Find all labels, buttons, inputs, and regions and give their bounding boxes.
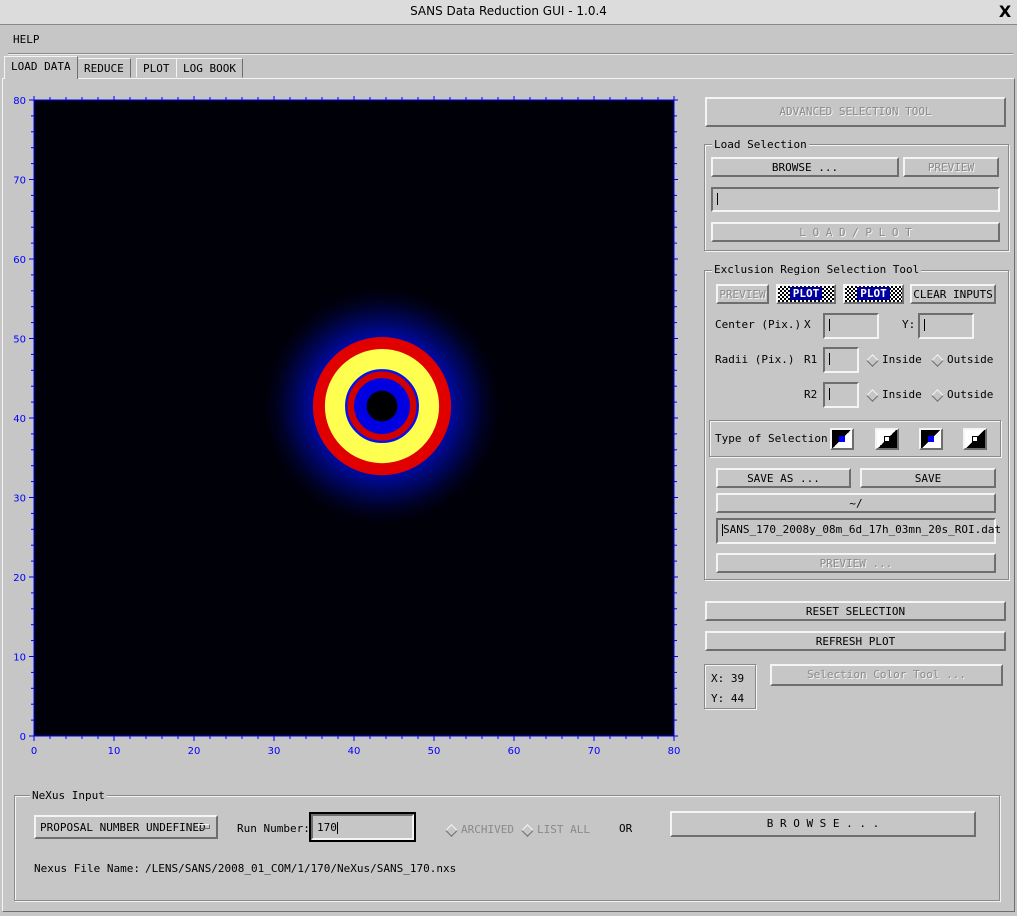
y-tick-label: 10: [13, 653, 26, 664]
window-title: SANS Data Reduction GUI - 1.0.4: [410, 4, 607, 18]
radio-icon: [866, 388, 879, 402]
y-tick-label: 30: [13, 494, 26, 505]
radii-label: Radii (Pix.): [715, 353, 795, 366]
list-all-checkbox[interactable]: LIST ALL: [521, 823, 590, 837]
x-tick-label: 10: [108, 746, 121, 757]
center-label: Center (Pix.): [715, 318, 802, 331]
x-tick-label: 40: [348, 746, 361, 757]
proposal-value: PROPOSAL NUMBER UNDEFINED: [40, 821, 206, 834]
x-tick-label: 20: [188, 746, 201, 757]
r1-label: R1: [804, 353, 818, 366]
refresh-plot-button[interactable]: REFRESH PLOT: [705, 631, 1006, 651]
exclusion-preview-file-button[interactable]: PREVIEW ...: [716, 553, 996, 573]
beam-stop-center: [366, 390, 398, 422]
reset-selection-button[interactable]: RESET SELECTION: [705, 601, 1006, 621]
type-of-selection-label: Type of Selection:: [715, 432, 835, 445]
dropdown-icon: [198, 824, 210, 829]
x-tick-label: 30: [268, 746, 281, 757]
load-selection-title: Load Selection: [712, 138, 809, 151]
x-tick-label: 50: [428, 746, 441, 757]
cursor-y: Y: 44: [711, 692, 745, 705]
separator: [8, 53, 1013, 55]
load-selection-input[interactable]: [711, 187, 1000, 212]
exclusion-preview-button[interactable]: PREVIEW: [716, 284, 769, 304]
nexus-input-title: NeXus Input: [30, 789, 107, 802]
exclusion-title: Exclusion Region Selection Tool: [712, 263, 922, 276]
roi-filename-text: SANS_170_2008y_08m_6d_17h_03mn_20s_ROI.d…: [723, 523, 1002, 536]
archived-checkbox[interactable]: ARCHIVED: [445, 823, 514, 837]
center-y-label: Y:: [902, 318, 916, 331]
tab-reduce[interactable]: REDUCE: [77, 58, 131, 78]
x-tick-label: 0: [31, 746, 37, 757]
selection-type-outside-icon[interactable]: [875, 428, 899, 450]
plot-button-1[interactable]: PLOT: [776, 284, 836, 304]
save-path-button[interactable]: ~/: [716, 493, 996, 513]
nexus-browse-button[interactable]: B R O W S E . . .: [670, 811, 976, 837]
plot-button-2[interactable]: PLOT: [843, 284, 904, 304]
proposal-dropdown[interactable]: PROPOSAL NUMBER UNDEFINED: [34, 815, 218, 839]
clear-inputs-button[interactable]: CLEAR INPUTS: [910, 284, 996, 304]
y-tick-label: 0: [20, 732, 26, 743]
r2-input[interactable]: [823, 382, 859, 408]
checkbox-icon: [445, 823, 458, 837]
center-y-input[interactable]: [918, 313, 974, 339]
selection-type-outside-fill-icon[interactable]: [963, 428, 987, 450]
selection-color-tool-button[interactable]: Selection Color Tool ...: [770, 664, 1003, 686]
radio-icon: [866, 353, 879, 367]
or-label: OR: [619, 822, 633, 835]
nexus-file-name: /LENS/SANS/2008_01_COM/1/170/NeXus/SANS_…: [145, 862, 457, 875]
menu-help[interactable]: HELP: [13, 33, 40, 46]
advanced-selection-tool-button[interactable]: ADVANCED SELECTION TOOL: [705, 97, 1006, 127]
cursor-x: X: 39: [711, 672, 745, 685]
tab-log-book[interactable]: LOG BOOK: [176, 58, 243, 78]
r1-inside-radio[interactable]: Inside: [866, 353, 922, 367]
title-bar: SANS Data Reduction GUI - 1.0.4 X: [0, 0, 1017, 25]
x-tick-label: 70: [588, 746, 601, 757]
r1-outside-radio[interactable]: Outside: [931, 353, 993, 367]
checkbox-icon: [521, 823, 534, 837]
x-tick-label: 80: [668, 746, 681, 757]
y-tick-label: 80: [13, 96, 26, 107]
y-tick-label: 60: [13, 255, 26, 266]
run-number-focus: 170: [309, 812, 416, 842]
tab-load-data[interactable]: LOAD DATA: [4, 56, 78, 79]
run-number-label: Run Number:: [237, 822, 310, 835]
x-tick-label: 60: [508, 746, 521, 757]
y-tick-label: 40: [13, 414, 26, 425]
center-x-label: X: [804, 318, 811, 331]
tab-plot[interactable]: PLOT: [136, 58, 177, 78]
menu-bar: HELP: [0, 26, 1017, 52]
y-tick-label: 50: [13, 335, 26, 346]
load-preview-button[interactable]: PREVIEW: [903, 157, 999, 177]
selection-type-inside-icon[interactable]: [830, 428, 854, 450]
r2-inside-radio[interactable]: Inside: [866, 388, 922, 402]
r2-label: R2: [804, 388, 818, 401]
save-button[interactable]: SAVE: [860, 468, 996, 488]
nexus-file-name-label: Nexus File Name:: [34, 862, 140, 875]
r1-input[interactable]: [823, 347, 859, 373]
radio-icon: [931, 388, 944, 402]
y-tick-label: 70: [13, 176, 26, 187]
close-button[interactable]: X: [995, 2, 1015, 22]
run-number-input[interactable]: 170: [311, 814, 414, 840]
load-plot-button[interactable]: L O A D / P L O T: [711, 222, 1000, 242]
save-as-button[interactable]: SAVE AS ...: [716, 468, 851, 488]
selection-type-inside-fill-icon[interactable]: [919, 428, 943, 450]
y-tick-label: 20: [13, 573, 26, 584]
load-browse-button[interactable]: BROWSE ...: [711, 157, 899, 177]
center-x-input[interactable]: [823, 313, 879, 339]
r2-outside-radio[interactable]: Outside: [931, 388, 993, 402]
detector-plot[interactable]: 0 10 20 30 40 50 60 70 80 0 10 20 30 40 50 60 70 80: [0, 80, 700, 780]
roi-filename-input[interactable]: SANS_170_2008y_08m_6d_17h_03mn_20s_ROI.d…: [716, 518, 1001, 544]
radio-icon: [931, 353, 944, 367]
